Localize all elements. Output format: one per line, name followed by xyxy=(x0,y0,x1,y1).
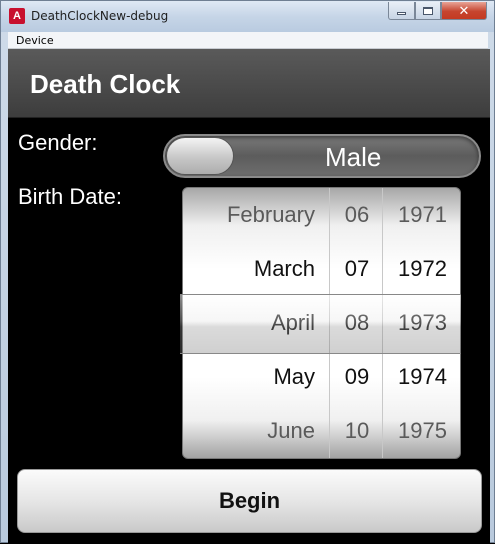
adobe-air-icon: A xyxy=(9,8,25,24)
app-header: Death Clock xyxy=(8,49,490,118)
month-item[interactable]: June xyxy=(267,404,315,458)
title-bar[interactable]: A DeathClockNew-debug ✕ xyxy=(1,1,494,32)
gender-value: Male xyxy=(325,142,382,172)
page-title: Death Clock xyxy=(30,69,181,99)
day-item[interactable]: 09 xyxy=(330,350,384,404)
year-item[interactable]: 1971 xyxy=(383,188,460,242)
close-button[interactable]: ✕ xyxy=(441,2,487,20)
year-item-selected[interactable]: 1973 xyxy=(383,296,460,350)
month-column[interactable]: February March April May June xyxy=(183,188,329,458)
close-icon: ✕ xyxy=(458,2,470,18)
year-item[interactable]: 1975 xyxy=(383,404,460,458)
minimize-button[interactable] xyxy=(388,2,415,20)
maximize-icon xyxy=(423,6,433,15)
day-item[interactable]: 10 xyxy=(330,404,384,458)
day-item[interactable]: 07 xyxy=(330,242,384,296)
month-item-selected[interactable]: April xyxy=(271,296,315,350)
year-item[interactable]: 1972 xyxy=(383,242,460,296)
year-column[interactable]: 1971 1972 1973 1974 1975 xyxy=(383,188,460,458)
gender-toggle[interactable]: Male xyxy=(163,134,481,178)
app-content: Death Clock Gender: Male Birth Date: Feb… xyxy=(8,49,490,544)
toggle-thumb[interactable] xyxy=(166,137,234,175)
birth-date-spinner[interactable]: February March April May June 06 07 08 0… xyxy=(182,187,461,459)
day-item[interactable]: 06 xyxy=(330,188,384,242)
month-item[interactable]: February xyxy=(227,188,315,242)
menu-device[interactable]: Device xyxy=(16,34,54,47)
app-window: A DeathClockNew-debug ✕ Device Death Clo… xyxy=(0,0,495,544)
gender-label: Gender: xyxy=(18,130,98,155)
day-item-selected[interactable]: 08 xyxy=(330,296,384,350)
minimize-icon xyxy=(397,12,406,15)
month-item[interactable]: May xyxy=(273,350,315,404)
month-item[interactable]: March xyxy=(254,242,315,296)
menu-bar: Device xyxy=(8,32,488,49)
day-column[interactable]: 06 07 08 09 10 xyxy=(329,188,384,458)
window-title: DeathClockNew-debug xyxy=(31,9,169,23)
maximize-button[interactable] xyxy=(415,2,441,20)
birth-date-label: Birth Date: xyxy=(18,184,122,209)
begin-button[interactable]: Begin xyxy=(17,469,482,533)
year-item[interactable]: 1974 xyxy=(383,350,460,404)
